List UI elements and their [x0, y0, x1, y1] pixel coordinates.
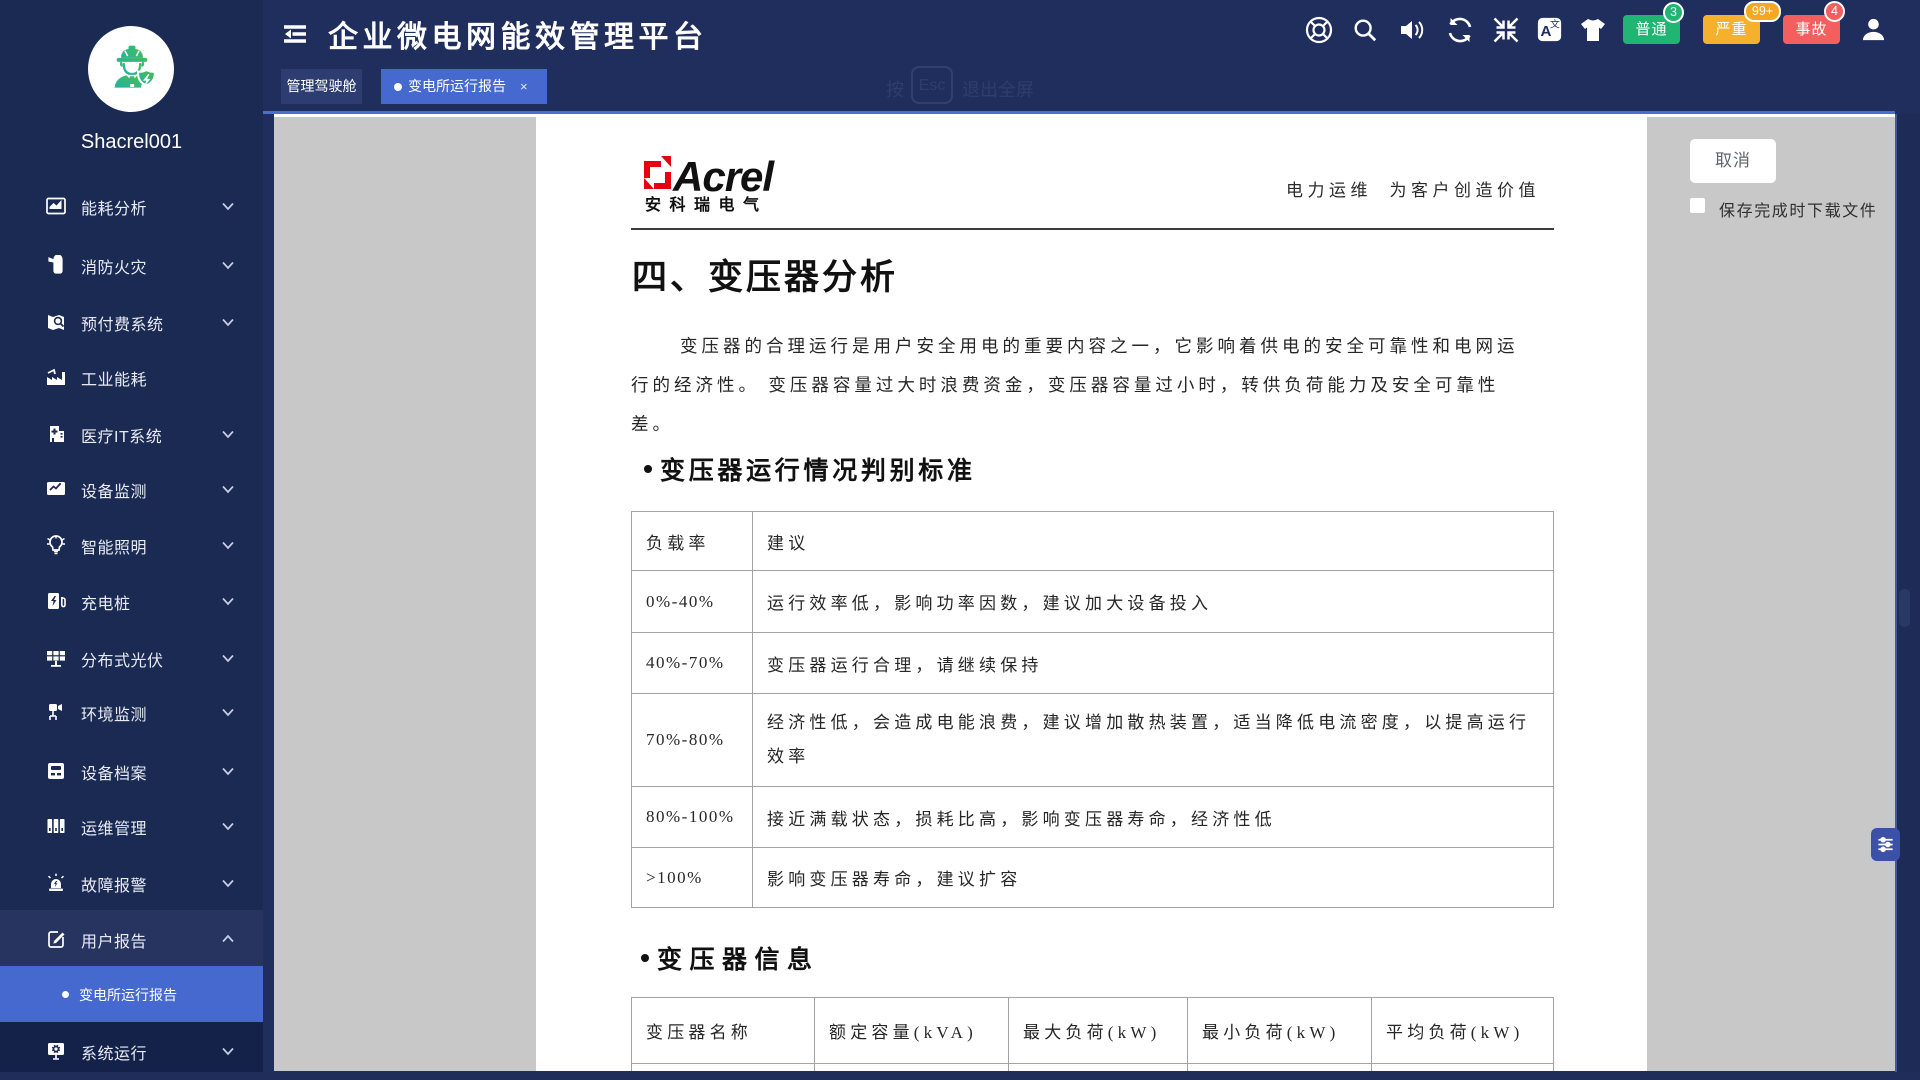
svg-text:文: 文 [1550, 18, 1560, 31]
